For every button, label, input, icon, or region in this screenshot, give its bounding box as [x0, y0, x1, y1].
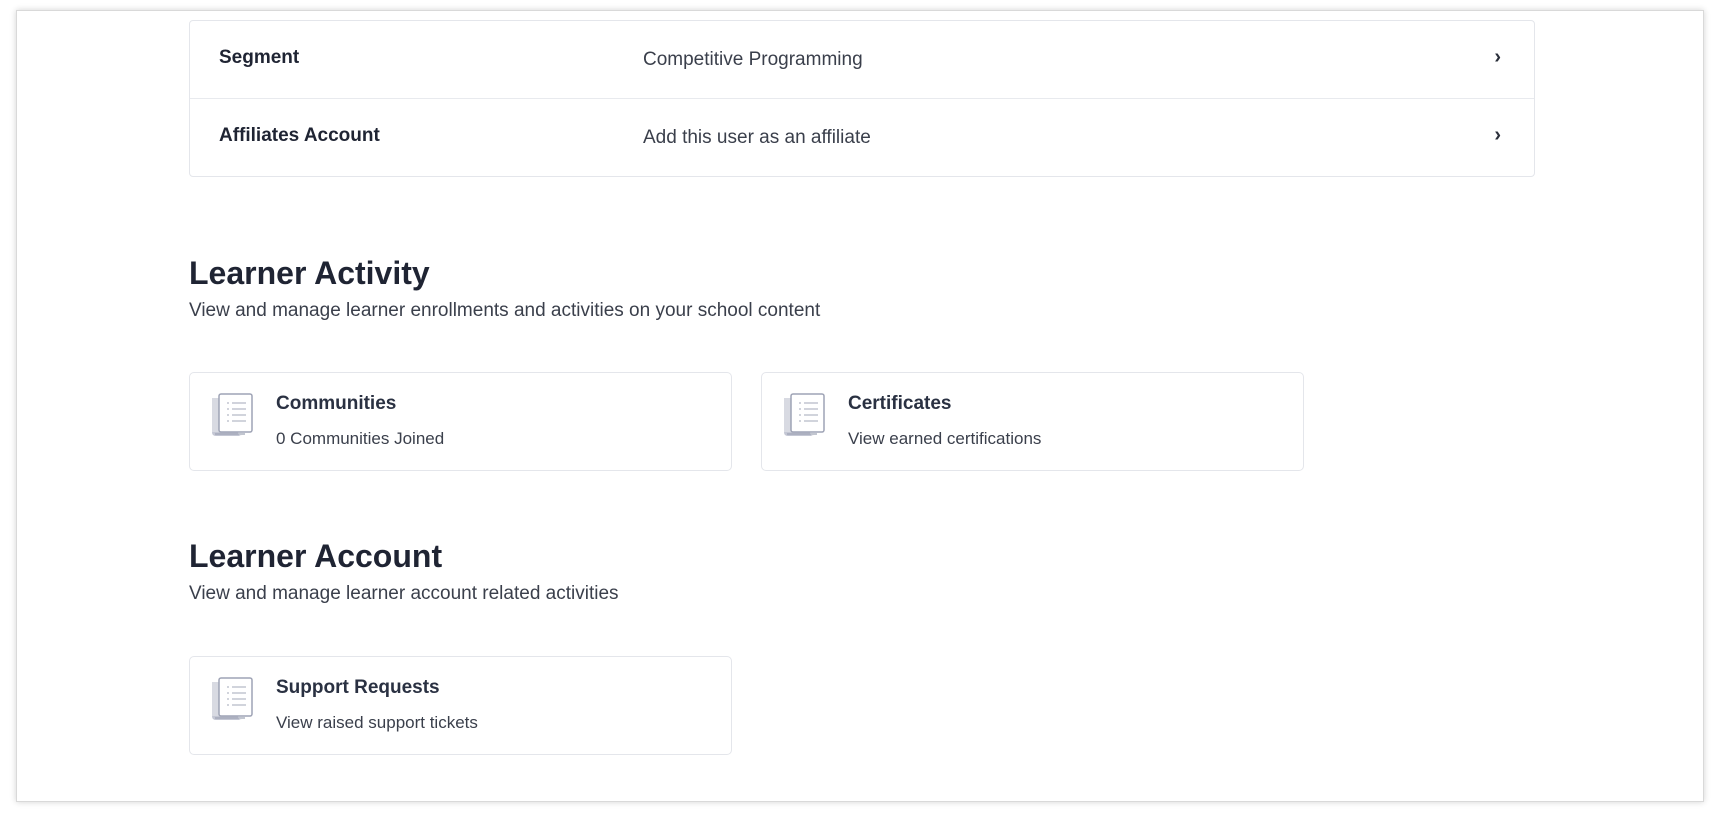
document-list-icon: [784, 393, 825, 436]
app-window: Segment Competitive Programming › Affili…: [16, 10, 1704, 802]
card-subtitle: 0 Communities Joined: [276, 429, 445, 448]
card-subtitle: View earned certifications: [848, 429, 1042, 448]
section-title: Learner Activity: [189, 255, 430, 291]
settings-row-segment[interactable]: Segment Competitive Programming ›: [190, 21, 1534, 98]
card-title: Communities: [276, 393, 397, 414]
row-value: Add this user as an affiliate: [643, 127, 871, 148]
row-label: Affiliates Account: [219, 125, 380, 146]
card-subtitle: View raised support tickets: [276, 713, 478, 732]
communities-card[interactable]: Communities 0 Communities Joined: [189, 372, 732, 471]
document-list-icon: [212, 677, 253, 720]
chevron-right-icon[interactable]: ›: [1494, 124, 1501, 147]
learner-account-cards: Support Requests View raised support tic…: [189, 656, 732, 755]
document-list-icon: [212, 393, 253, 436]
settings-list: Segment Competitive Programming › Affili…: [189, 20, 1535, 177]
certificates-card[interactable]: Certificates View earned certifications: [761, 372, 1304, 471]
learner-activity-cards: Communities 0 Communities Joined Certifi…: [189, 372, 1304, 471]
section-description: View and manage learner account related …: [189, 583, 619, 604]
card-title: Support Requests: [276, 677, 440, 698]
settings-row-affiliates-account[interactable]: Affiliates Account Add this user as an a…: [190, 98, 1534, 176]
row-value: Competitive Programming: [643, 49, 863, 70]
chevron-right-icon[interactable]: ›: [1494, 46, 1501, 69]
row-label: Segment: [219, 47, 300, 68]
support-requests-card[interactable]: Support Requests View raised support tic…: [189, 656, 732, 755]
card-title: Certificates: [848, 393, 952, 414]
section-title: Learner Account: [189, 538, 443, 574]
section-description: View and manage learner enrollments and …: [189, 300, 821, 321]
learner-account-header: Learner Account View and manage learner …: [189, 538, 619, 606]
learner-activity-header: Learner Activity View and manage learner…: [189, 255, 820, 323]
main-content: Segment Competitive Programming › Affili…: [189, 20, 1535, 755]
